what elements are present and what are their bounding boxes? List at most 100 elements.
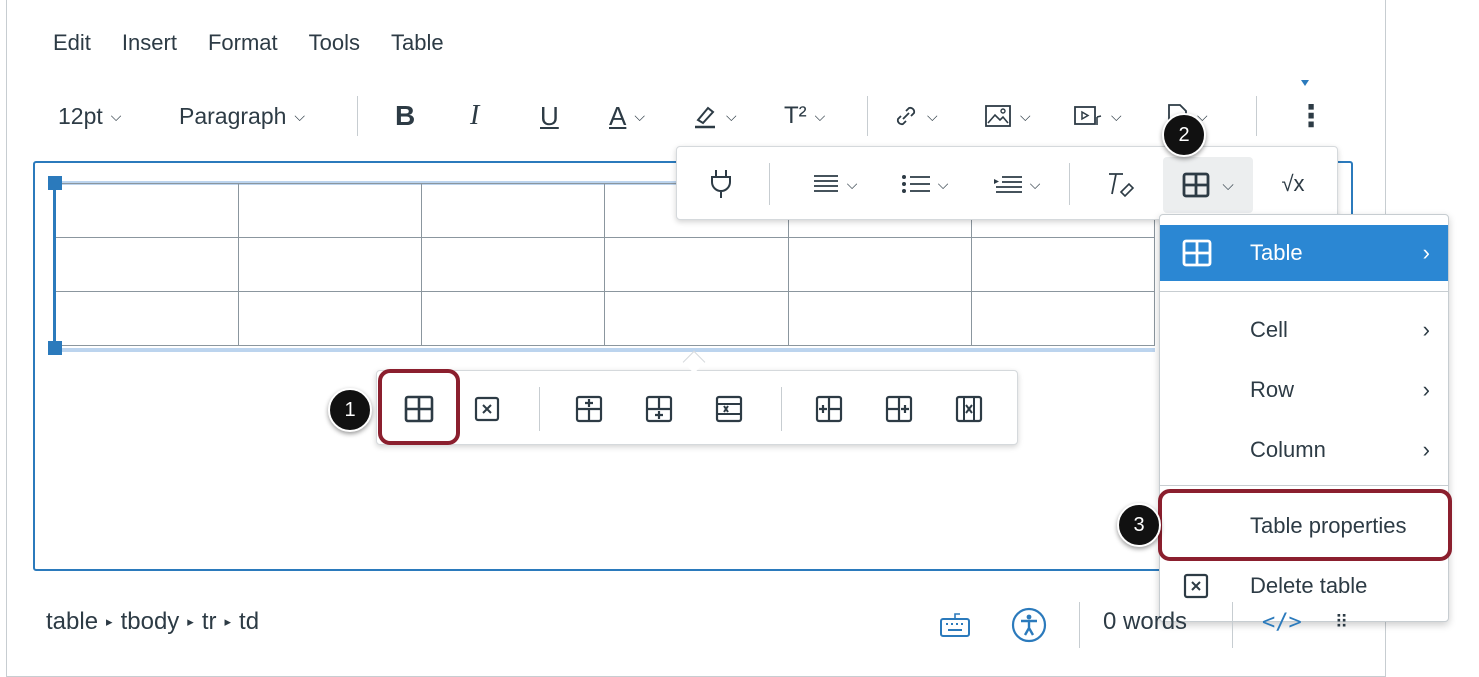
table-cell[interactable]: [787, 237, 972, 292]
menu-insert[interactable]: Insert: [122, 30, 177, 56]
menu-item-delete-table[interactable]: Delete table: [1160, 558, 1448, 614]
link-icon: [896, 106, 916, 126]
highlight-box-table-properties: [1158, 489, 1452, 561]
resize-handle[interactable]: [48, 341, 62, 355]
table-cell[interactable]: [54, 183, 240, 238]
text-color-button[interactable]: A ⌵: [609, 92, 645, 140]
delete-row-button[interactable]: [709, 389, 749, 429]
table-cell[interactable]: [604, 237, 789, 292]
insert-column-after-button[interactable]: [879, 389, 919, 429]
breadcrumb-item[interactable]: td: [239, 608, 259, 636]
italic-icon: I: [470, 100, 480, 131]
table-cell[interactable]: [970, 237, 1156, 292]
table-cell[interactable]: [787, 291, 972, 346]
paragraph-value: Paragraph: [179, 102, 287, 129]
toolbar-divider: [357, 96, 358, 136]
menu-table[interactable]: Table: [391, 30, 444, 56]
plugin-button[interactable]: [703, 165, 739, 203]
breadcrumb-item[interactable]: tr: [202, 608, 217, 636]
menu-item-label: Cell: [1250, 317, 1288, 342]
breadcrumb-item[interactable]: table: [46, 608, 98, 636]
superscript-button[interactable]: T² ⌵: [784, 92, 825, 140]
toolbar-divider: [769, 163, 770, 205]
table-cell[interactable]: [970, 291, 1156, 346]
step-badge-3: 3: [1117, 503, 1161, 547]
insert-column-right-icon: [885, 395, 913, 423]
menu-item-table[interactable]: Table ›: [1160, 225, 1448, 281]
clear-formatting-button[interactable]: [1099, 167, 1139, 201]
caret-right-icon: ▸: [224, 614, 232, 629]
resize-handle[interactable]: [48, 176, 62, 190]
table-cell[interactable]: [238, 237, 423, 292]
insert-column-before-button[interactable]: [809, 389, 849, 429]
menu-format[interactable]: Format: [208, 30, 278, 56]
menu-edit[interactable]: Edit: [53, 30, 91, 56]
menu-item-row[interactable]: Row ›: [1160, 362, 1448, 418]
font-size-value: 12pt: [58, 102, 103, 129]
breadcrumb-item[interactable]: tbody: [121, 608, 180, 636]
statusbar-divider: [1232, 602, 1233, 648]
clear-formatting-icon: [1109, 173, 1135, 198]
resize-grip[interactable]: ⠿: [1335, 612, 1348, 633]
menu-tools[interactable]: Tools: [309, 30, 360, 56]
word-count: 0 words: [1103, 608, 1188, 635]
table-icon: [1182, 172, 1210, 198]
menu-item-cell[interactable]: Cell ›: [1160, 302, 1448, 358]
chevron-down-icon: ⌵: [726, 107, 737, 124]
table-row: [54, 291, 1156, 346]
bold-button[interactable]: B: [395, 92, 415, 140]
table-button[interactable]: ⌵: [1163, 157, 1253, 213]
italic-button[interactable]: I: [470, 92, 479, 140]
keyboard-icon: [940, 613, 970, 637]
context-format-toolbar: ⌵ ⌵ ⌵ ⌵ √x: [676, 146, 1338, 220]
drag-handle-icon: ⠿: [1335, 612, 1349, 632]
element-path-breadcrumb: table ▸ tbody ▸ tr ▸ td: [46, 608, 259, 636]
highlight-color-button[interactable]: ⌵: [692, 92, 737, 140]
link-button[interactable]: ⌵: [893, 92, 938, 140]
table-cell[interactable]: [54, 291, 240, 346]
chevron-down-icon: ⌵: [927, 107, 938, 124]
table-cell[interactable]: [421, 237, 606, 292]
align-button[interactable]: ⌵: [801, 167, 867, 201]
menu-item-column[interactable]: Column ›: [1160, 422, 1448, 478]
indent-button[interactable]: ⌵: [981, 167, 1051, 201]
chevron-down-icon: ⌵: [1020, 107, 1031, 124]
table-cell[interactable]: [421, 183, 606, 238]
media-button[interactable]: ⌵: [1073, 92, 1122, 140]
plug-icon: [711, 170, 731, 198]
toolbar-divider: [781, 387, 782, 431]
table-selection-bottom: [55, 348, 1155, 352]
delete-column-button[interactable]: [949, 389, 989, 429]
overflow-indicator-icon: [1301, 80, 1309, 86]
image-button[interactable]: ⌵: [984, 92, 1031, 140]
delete-table-button[interactable]: [469, 391, 505, 427]
insert-row-before-button[interactable]: [569, 389, 609, 429]
list-button[interactable]: ⌵: [889, 167, 959, 201]
bullet-list-icon: [901, 175, 930, 193]
table-cell[interactable]: [238, 183, 423, 238]
math-button[interactable]: √x: [1273, 167, 1313, 201]
chevron-down-icon: ⌵: [110, 107, 122, 124]
insert-row-after-button[interactable]: [639, 389, 679, 429]
accessibility-checker-button[interactable]: [1010, 606, 1048, 649]
table-cell[interactable]: [54, 237, 240, 292]
menu-item-label: Column: [1250, 437, 1326, 462]
html-editor-button[interactable]: </>: [1262, 610, 1302, 635]
chevron-right-icon: ›: [1422, 317, 1430, 342]
keyboard-shortcuts-button[interactable]: [938, 610, 972, 645]
font-size-dropdown[interactable]: 12pt ⌵: [58, 92, 121, 140]
paragraph-dropdown[interactable]: Paragraph ⌵: [179, 92, 305, 140]
underline-button[interactable]: U: [540, 92, 559, 140]
toolbar-divider: [539, 387, 540, 431]
more-options-button[interactable]: ⋮: [1296, 92, 1326, 140]
insert-column-left-icon: [815, 395, 843, 423]
table-cell[interactable]: [604, 291, 789, 346]
toolbar-divider: [1069, 163, 1070, 205]
toolbar-divider: [867, 96, 868, 136]
table-cell[interactable]: [238, 291, 423, 346]
toolbar-divider: [1256, 96, 1257, 136]
chevron-down-icon: ⌵: [846, 175, 858, 192]
table-cell[interactable]: [421, 291, 606, 346]
chevron-right-icon: ›: [1422, 377, 1430, 402]
delete-row-icon: [715, 395, 743, 423]
